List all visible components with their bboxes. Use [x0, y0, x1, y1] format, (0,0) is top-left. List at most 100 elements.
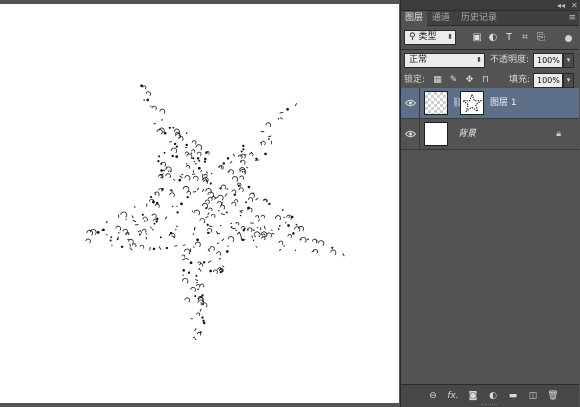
star-scribble-mark — [159, 108, 166, 114]
collapse-panel-icon[interactable]: ◂◂ — [557, 1, 565, 10]
star-scribble-mark — [211, 173, 213, 175]
adjustment-filter-icon[interactable]: ◐ — [487, 32, 499, 44]
star-scribble-mark — [192, 191, 197, 193]
text-filter-icon[interactable]: T — [503, 32, 515, 44]
star-scribble-mark — [217, 242, 220, 244]
add-mask-icon[interactable]: ◙ — [467, 390, 479, 402]
image-filter-icon[interactable]: ▣ — [471, 32, 483, 44]
star-scribble-mark — [292, 232, 295, 235]
star-scribble-mark — [252, 239, 255, 241]
filter-kind-select[interactable]: ⚲ 类型 ⬍ — [404, 30, 456, 45]
star-scribble-mark — [209, 182, 212, 185]
star-scribble-mark — [105, 221, 108, 223]
lock-position-icon[interactable]: ✥ — [464, 75, 475, 86]
close-panel-icon[interactable]: ✕ — [571, 1, 578, 10]
star-scribble-mark — [220, 224, 222, 227]
fill-label: 填充: — [509, 75, 531, 85]
layer-mask-thumbnail[interactable] — [460, 91, 484, 115]
adjustment-layer-icon[interactable]: ◐ — [487, 390, 499, 402]
star-scribble-mark — [190, 286, 196, 292]
delete-layer-icon[interactable]: 🗑︎ — [547, 390, 559, 402]
new-layer-icon[interactable]: ◫ — [527, 390, 539, 402]
panel-menu-icon[interactable]: ≡ — [568, 13, 576, 23]
lock-all-icon[interactable]: ⊓ — [480, 75, 491, 86]
blend-mode-select[interactable]: 正常 ⬍ — [404, 53, 485, 68]
star-scribble-mark — [138, 230, 142, 234]
star-scribble-mark — [235, 222, 240, 226]
star-scribble-mark — [216, 251, 222, 256]
star-scribble-mark — [192, 233, 195, 235]
filter-row: ⚲ 类型 ⬍ ▣ ◐ T ⌗ ⎘ — [401, 27, 579, 49]
lock-pixels-icon[interactable]: ✎ — [448, 75, 459, 86]
star-scribble-mark — [131, 215, 134, 219]
star-scribble-mark — [231, 189, 237, 194]
opacity-input[interactable]: 100% — [533, 53, 563, 68]
star-scribble-mark — [153, 222, 156, 225]
star-scribble-mark — [165, 173, 171, 179]
tab-layers[interactable]: 图层 — [401, 11, 428, 27]
star-scribble-mark — [196, 187, 200, 191]
star-scribble-mark — [245, 166, 249, 169]
star-scribble-mark — [195, 274, 198, 277]
star-scribble-mark — [215, 197, 217, 199]
star-scribble-mark — [274, 216, 277, 219]
star-scribble-mark — [200, 269, 202, 272]
star-scribble-mark — [202, 321, 206, 325]
star-scribble-mark — [286, 107, 289, 111]
star-scribble-mark — [132, 219, 137, 223]
star-scribble-mark — [169, 192, 175, 198]
star-scribble-mark — [161, 119, 163, 121]
star-scribble-mark — [151, 213, 157, 219]
layers-bottom-toolbar: ⊖ fx. ◙ ◐ ▬ ◫ 🗑︎ — [401, 384, 579, 407]
star-scribble-mark — [158, 155, 161, 158]
star-scribble-mark — [207, 212, 210, 216]
star-scribble-mark — [294, 226, 301, 232]
star-scribble-mark — [127, 238, 130, 241]
layer-name[interactable]: 图层 1 — [490, 88, 517, 119]
star-scribble-mark — [241, 238, 244, 242]
new-group-icon[interactable]: ▬ — [507, 390, 519, 402]
star-scribble-mark — [294, 103, 298, 107]
filter-toggle-icon[interactable] — [565, 35, 572, 42]
link-layers-icon[interactable]: ⊖ — [427, 390, 439, 402]
star-scribble-mark — [201, 294, 204, 297]
star-scribble-mark — [85, 238, 91, 244]
star-scribble-mark — [219, 204, 226, 210]
shape-filter-icon[interactable]: ⌗ — [519, 32, 531, 44]
fill-dropdown-button[interactable]: ▾ — [563, 73, 574, 88]
visibility-toggle[interactable] — [401, 88, 420, 119]
star-scribble-mark — [208, 207, 213, 212]
tab-channels[interactable]: 通道 — [428, 11, 454, 26]
star-scribble-mark — [173, 128, 180, 135]
star-scribble-mark — [165, 246, 169, 250]
layer-thumbnail[interactable] — [424, 122, 448, 146]
star-scribble-mark — [233, 193, 236, 196]
star-scribble-mark — [208, 249, 211, 252]
star-scribble-mark — [146, 98, 149, 102]
fill-input[interactable]: 100% — [533, 73, 563, 88]
star-scribble-mark — [239, 175, 245, 180]
star-scribble-mark — [275, 215, 281, 221]
star-scribble-mark — [168, 126, 171, 129]
star-scribble-mark — [184, 248, 191, 255]
opacity-dropdown-button[interactable]: ▾ — [563, 53, 574, 68]
visibility-toggle[interactable] — [401, 119, 420, 150]
star-scribble-mark — [205, 171, 209, 174]
document-canvas[interactable] — [0, 4, 399, 403]
star-scribble-mark — [150, 196, 153, 199]
fx-icon[interactable]: fx. — [447, 390, 459, 402]
star-scribble-mark — [202, 261, 206, 264]
star-scribble-mark — [220, 213, 225, 216]
layer-row-layer1[interactable]: ⛓ 图层 1 — [401, 88, 579, 119]
lock-transparent-icon[interactable]: ▦ — [432, 75, 443, 86]
star-scribble-mark — [110, 236, 113, 239]
tab-history[interactable]: 历史记录 — [457, 11, 501, 26]
star-scribble-mark — [197, 331, 202, 336]
layer-row-background[interactable]: 背景 🔒︎ — [401, 119, 579, 150]
smart-object-filter-icon[interactable]: ⎘ — [535, 32, 547, 44]
star-scribble-mark — [194, 327, 197, 332]
star-scribble-mark — [263, 225, 266, 230]
layer-name[interactable]: 背景 — [458, 119, 476, 150]
layer-thumbnail[interactable] — [424, 91, 448, 115]
star-scribble-mark — [86, 229, 93, 236]
